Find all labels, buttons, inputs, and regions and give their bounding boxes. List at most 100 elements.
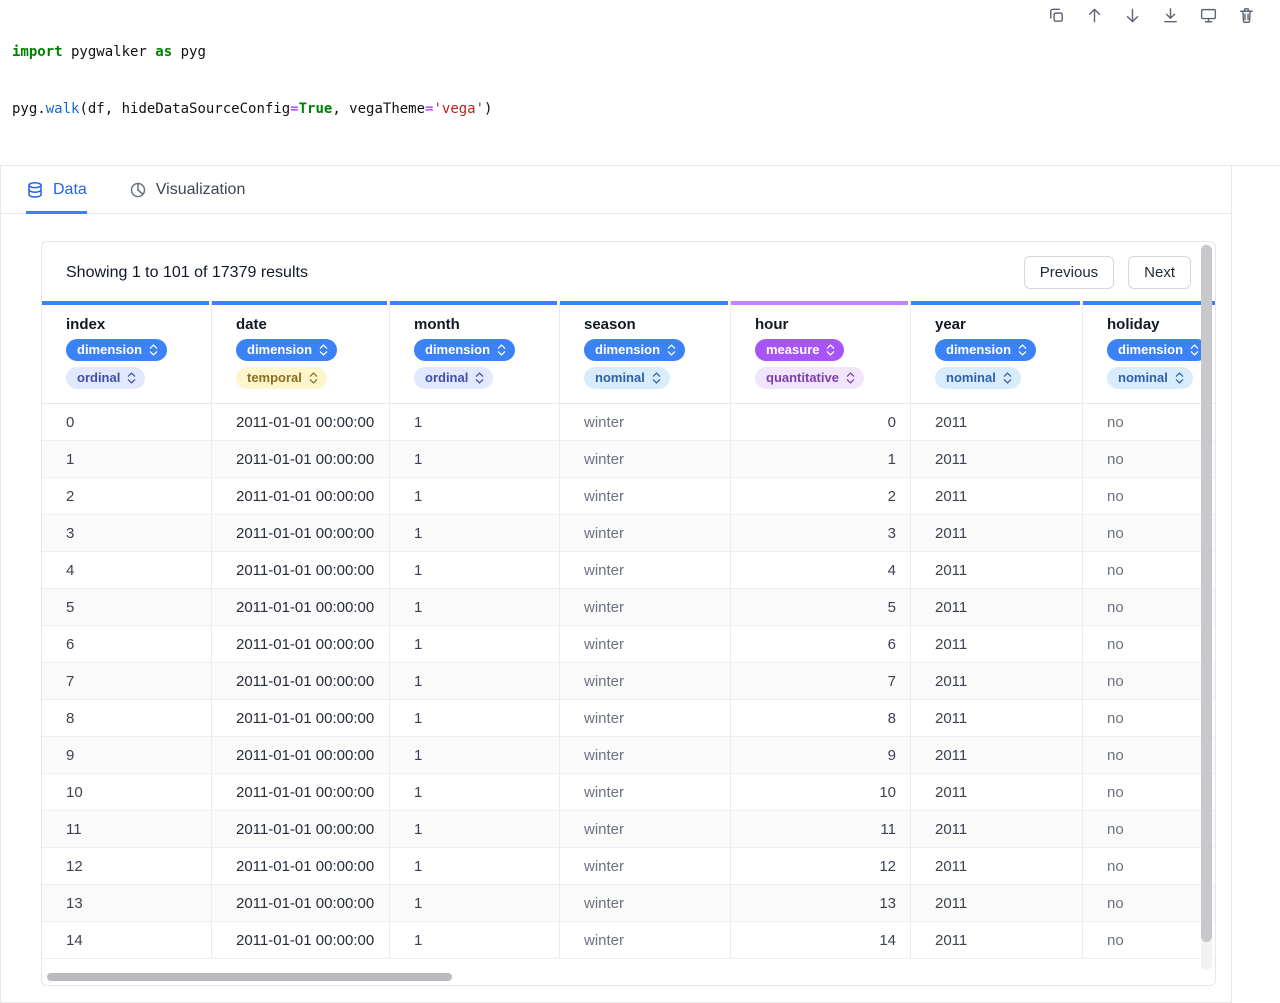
next-button[interactable]: Next	[1128, 256, 1191, 289]
chevron-up-down-icon	[1190, 343, 1199, 356]
cell-holiday: no	[1083, 663, 1215, 700]
cell-date: 2011-01-01 00:00:00	[212, 552, 390, 589]
trash-icon	[1240, 8, 1253, 24]
dimension-pill[interactable]: dimension	[236, 339, 338, 361]
table-row: 13 2011-01-01 00:00:00 1 winter 13 2011 no	[42, 885, 1215, 922]
measure-pill[interactable]: measure	[755, 339, 845, 361]
cell-month: 1	[390, 404, 560, 441]
column-header-year: year dimension nominal	[911, 301, 1083, 404]
cell-hour: 7	[731, 663, 911, 700]
type-pill-quantitative[interactable]: quantitative	[755, 367, 864, 389]
cell-index: 5	[42, 589, 212, 626]
move-up-button[interactable]	[1083, 4, 1106, 27]
type-pill-nominal[interactable]: nominal	[1107, 367, 1193, 389]
presentation-button[interactable]	[1197, 4, 1220, 27]
cell-toolbar	[1045, 4, 1258, 27]
cell-index: 1	[42, 441, 212, 478]
move-down-button[interactable]	[1121, 4, 1144, 27]
cell-season: winter	[560, 552, 731, 589]
type-pill-ordinal[interactable]: ordinal	[414, 367, 494, 389]
pill-label: temporal	[247, 370, 302, 385]
arrow-down-icon	[1126, 8, 1139, 23]
dimension-pill[interactable]: dimension	[935, 339, 1037, 361]
database-icon	[28, 181, 42, 198]
pill-label: nominal	[946, 370, 996, 385]
pill-label: dimension	[595, 342, 661, 357]
dimension-pill[interactable]: dimension	[414, 339, 516, 361]
cell-date: 2011-01-01 00:00:00	[212, 700, 390, 737]
column-header-holiday: holiday dimension nominal	[1083, 301, 1215, 404]
cell-season: winter	[560, 774, 731, 811]
copy-icon	[1050, 8, 1063, 22]
cell-hour: 0	[731, 404, 911, 441]
type-pill-nominal[interactable]: nominal	[935, 367, 1021, 389]
data-table-card: Showing 1 to 101 of 17379 results Previo…	[41, 241, 1216, 986]
code-editor[interactable]: import pygwalker as pyg pyg.walk(df, hid…	[12, 5, 1268, 157]
cell-month: 1	[390, 737, 560, 774]
cell-hour: 10	[731, 774, 911, 811]
table-viewport: index dimension ordinal date dimension tempor…	[42, 301, 1215, 959]
cell-season: winter	[560, 626, 731, 663]
table-row: 7 2011-01-01 00:00:00 1 winter 7 2011 no	[42, 663, 1215, 700]
cell-month: 1	[390, 478, 560, 515]
tab-data[interactable]: Data	[26, 166, 87, 214]
cell-date: 2011-01-01 00:00:00	[212, 626, 390, 663]
previous-button[interactable]: Previous	[1023, 256, 1115, 289]
cell-index: 4	[42, 552, 212, 589]
column-name: month	[414, 316, 460, 333]
type-pill-temporal[interactable]: temporal	[236, 367, 327, 389]
cell-date: 2011-01-01 00:00:00	[212, 515, 390, 552]
chevron-up-down-icon	[497, 343, 506, 356]
download-button[interactable]	[1159, 4, 1182, 27]
chevron-up-down-icon	[652, 371, 661, 384]
table-body: 0 2011-01-01 00:00:00 1 winter 0 2011 no 1 2011-…	[42, 404, 1215, 959]
cell-date: 2011-01-01 00:00:00	[212, 441, 390, 478]
cell-hour: 13	[731, 885, 911, 922]
cell-hour: 2	[731, 478, 911, 515]
column-name: index	[66, 316, 106, 333]
copy-button[interactable]	[1045, 4, 1068, 27]
column-header-month: month dimension ordinal	[390, 301, 560, 404]
table-header-row: index dimension ordinal date dimension tempor…	[42, 301, 1215, 404]
cell-date: 2011-01-01 00:00:00	[212, 478, 390, 515]
pygwalker-output: Data Visualization Showing 1 to 101 of 1…	[0, 166, 1232, 1003]
cell-month: 1	[390, 515, 560, 552]
table-row: 4 2011-01-01 00:00:00 1 winter 4 2011 no	[42, 552, 1215, 589]
dimension-pill[interactable]: dimension	[1107, 339, 1209, 361]
cell-index: 0	[42, 404, 212, 441]
vertical-scrollbar-thumb[interactable]	[1201, 245, 1212, 942]
results-summary: Showing 1 to 101 of 17379 results	[66, 263, 308, 281]
cell-season: winter	[560, 441, 731, 478]
table-row: 8 2011-01-01 00:00:00 1 winter 8 2011 no	[42, 700, 1215, 737]
cell-year: 2011	[911, 626, 1083, 663]
pill-label: dimension	[1118, 342, 1184, 357]
horizontal-scrollbar-thumb[interactable]	[47, 973, 452, 981]
cell-index: 11	[42, 811, 212, 848]
cell-index: 3	[42, 515, 212, 552]
table-row: 0 2011-01-01 00:00:00 1 winter 0 2011 no	[42, 404, 1215, 441]
type-pill-nominal[interactable]: nominal	[584, 367, 670, 389]
cell-hour: 3	[731, 515, 911, 552]
cell-year: 2011	[911, 885, 1083, 922]
cell-hour: 9	[731, 737, 911, 774]
cell-month: 1	[390, 626, 560, 663]
tab-visualization[interactable]: Visualization	[129, 166, 245, 213]
pill-label: dimension	[946, 342, 1012, 357]
pie-chart-icon	[130, 182, 146, 197]
chevron-up-down-icon	[1018, 343, 1027, 356]
cell-season: winter	[560, 885, 731, 922]
cell-year: 2011	[911, 848, 1083, 885]
dimension-pill[interactable]: dimension	[66, 339, 168, 361]
card-header: Showing 1 to 101 of 17379 results Previo…	[42, 242, 1215, 301]
cell-season: winter	[560, 404, 731, 441]
table-row: 9 2011-01-01 00:00:00 1 winter 9 2011 no	[42, 737, 1215, 774]
column-name: year	[935, 316, 966, 333]
dimension-pill[interactable]: dimension	[584, 339, 686, 361]
type-pill-ordinal[interactable]: ordinal	[66, 367, 146, 389]
column-name: hour	[755, 316, 789, 333]
cell-date: 2011-01-01 00:00:00	[212, 589, 390, 626]
delete-button[interactable]	[1235, 4, 1258, 27]
presentation-icon	[1200, 8, 1217, 23]
cell-date: 2011-01-01 00:00:00	[212, 774, 390, 811]
cell-year: 2011	[911, 700, 1083, 737]
